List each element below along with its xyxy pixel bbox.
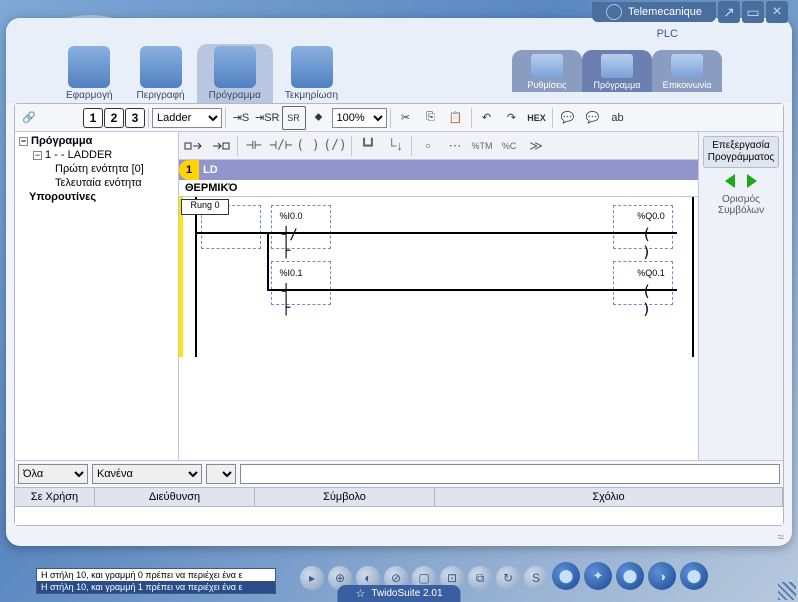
filter-input[interactable] — [240, 464, 780, 484]
tool-circle-1[interactable]: ▸ — [300, 566, 324, 590]
view-3-button[interactable]: 3 — [125, 108, 145, 128]
vlink-button[interactable]: └↓ — [382, 134, 408, 158]
symbol-grid-header: Σε Χρήση Διεύθυνση Σύμβολο Σχόλιο — [15, 487, 783, 507]
copy-button[interactable]: ⎘ — [419, 106, 443, 130]
nav-application[interactable]: Εφαρμογή — [54, 44, 125, 103]
col-address[interactable]: Διεύθυνση — [95, 488, 255, 506]
coil-button[interactable]: ( ) — [295, 134, 321, 158]
comment3-button[interactable]: ab — [606, 106, 630, 130]
link-icon[interactable]: 🔗 — [17, 106, 41, 130]
prev-arrow[interactable] — [725, 174, 735, 188]
tool-circle-7[interactable]: ⧉ — [468, 566, 492, 590]
language-select[interactable]: Ladder — [152, 108, 222, 128]
ladder-editor[interactable]: 1 LD ΘΕΡΜΙΚΌ Rung 0 — [179, 160, 698, 460]
message-line-1[interactable]: Η στήλη 10, και γραμμή 0 πρέπει να περιέ… — [37, 569, 275, 581]
contact-nc-button[interactable]: ⊣/⊢ — [268, 134, 294, 158]
block-button[interactable]: ▫ — [415, 134, 441, 158]
coil-neg-button[interactable]: (/) — [322, 134, 348, 158]
comment2-button[interactable]: 💬 — [581, 106, 605, 130]
subtab-settings[interactable]: Ρυθμίσεις — [512, 50, 582, 92]
contact-i01[interactable]: %I0.1 ┤ ├ — [273, 270, 309, 310]
message-line-2[interactable]: Η στήλη 10, και γραμμή 1 πρέπει να περιέ… — [37, 581, 275, 593]
col-comment[interactable]: Σχόλιο — [435, 488, 783, 506]
tree-ladder-section[interactable]: −1 - - LADDER — [17, 148, 176, 162]
tool-circle-8[interactable]: ↻ — [496, 566, 520, 590]
insert-sr-button[interactable]: ⇥SR — [254, 106, 281, 130]
message-panel[interactable]: Η στήλη 10, και γραμμή 0 πρέπει να περιέ… — [36, 568, 276, 594]
symbol-def-label[interactable]: Ορισμός Συμβόλων — [703, 194, 779, 216]
sr-button[interactable]: SR — [282, 106, 306, 130]
app-footer: TwidoSuite 2.01 — [337, 585, 460, 602]
close-button[interactable]: × — [766, 1, 788, 23]
undo-button[interactable]: ↶ — [475, 106, 499, 130]
rung-title: ΘΕΡΜΙΚΌ — [179, 180, 698, 197]
program-tree[interactable]: −Πρόγραμμα −1 - - LADDER Πρώτη ενότητα [… — [15, 132, 179, 460]
rung-label: Rung 0 — [181, 199, 229, 215]
filter-none-select[interactable]: Κανένα — [92, 464, 202, 484]
col-symbol[interactable]: Σύμβολο — [255, 488, 435, 506]
contact-no-button[interactable]: ⊣⊢ — [241, 134, 267, 158]
insert-rung-button[interactable] — [181, 134, 207, 158]
action-circle-3[interactable]: ⬤ — [616, 562, 644, 590]
view-1-button[interactable]: 1 — [83, 108, 103, 128]
tool-circle-9[interactable]: S — [524, 566, 548, 590]
coil-q00[interactable]: %Q0.0 ( ) — [633, 213, 669, 253]
contact-i00[interactable]: %I0.0 ┤/├ — [273, 213, 309, 253]
cut-button[interactable]: ✂ — [394, 106, 418, 130]
insert-section-button[interactable]: ⇥S — [229, 106, 253, 130]
action-circle-5[interactable]: ⬤ — [680, 562, 708, 590]
tree-last-unit[interactable]: Τελευταία ενότητα — [17, 176, 176, 190]
expand-chevron-icon[interactable]: ≈ — [777, 530, 784, 544]
nav-documentation[interactable]: Τεκμηρίωση — [273, 44, 350, 103]
erase-button[interactable]: ⬥ — [307, 106, 331, 130]
filter-all-select[interactable]: Όλα — [18, 464, 88, 484]
hlink-button[interactable]: ┗┛ — [355, 134, 381, 158]
paste-button[interactable]: 📋 — [444, 106, 468, 130]
compare-button[interactable]: ⋯ — [442, 134, 468, 158]
redo-button[interactable]: ↷ — [500, 106, 524, 130]
action-circle-2[interactable]: ✦ — [584, 562, 612, 590]
edit-program-button[interactable]: Επεξεργασία Προγράμματος — [703, 136, 779, 168]
subtab-program[interactable]: Πρόγραμμα — [582, 50, 652, 92]
resize-handle[interactable] — [778, 582, 796, 600]
subtab-comm[interactable]: Επικοινωνία — [652, 50, 722, 92]
action-circle-4[interactable]: ◑ — [648, 562, 676, 590]
more-button[interactable]: ≫ — [523, 134, 549, 158]
comment-button[interactable]: 💬 — [556, 106, 580, 130]
coil-q01[interactable]: %Q0.1 ( ) — [633, 270, 669, 310]
ctr-button[interactable]: %C — [496, 134, 522, 158]
action-circle-1[interactable]: ⬤ — [552, 562, 580, 590]
tree-first-unit[interactable]: Πρώτη ενότητα [0] — [17, 162, 176, 176]
tree-subroutines[interactable]: Υπορουτίνες — [17, 190, 176, 204]
plc-label: PLC — [657, 28, 678, 40]
nav-program[interactable]: Πρόγραμμα — [197, 44, 273, 103]
next-arrow[interactable] — [747, 174, 757, 188]
zoom-select[interactable]: 100% — [332, 108, 387, 128]
view-2-button[interactable]: 2 — [104, 108, 124, 128]
tree-root[interactable]: −Πρόγραμμα — [17, 134, 176, 148]
nav-description[interactable]: Περιγραφή — [125, 44, 197, 103]
maximize-button[interactable]: ▭ — [742, 1, 764, 23]
append-rung-button[interactable] — [208, 134, 234, 158]
hex-button[interactable]: HEX — [525, 106, 549, 130]
brand-label: Telemecanique — [592, 2, 716, 22]
filter-extra-select[interactable] — [206, 464, 236, 484]
section-header: 1 LD — [179, 160, 698, 180]
col-inuse[interactable]: Σε Χρήση — [15, 488, 95, 506]
tm-button[interactable]: %TM — [469, 134, 495, 158]
minimize-button[interactable]: ↗ — [718, 1, 740, 23]
